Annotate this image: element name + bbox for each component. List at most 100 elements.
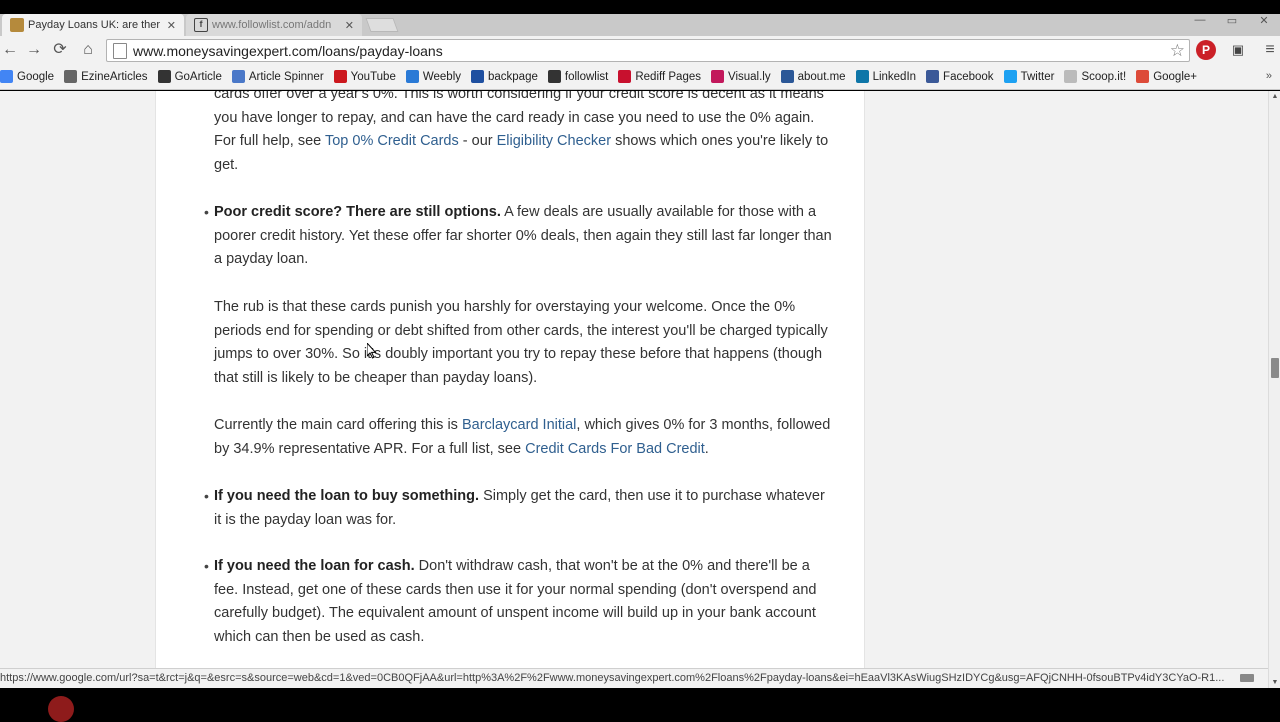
paragraph-text: - our: [458, 133, 497, 150]
chrome-menu-icon[interactable]: ≡: [1260, 40, 1280, 60]
window-controls: — ▭ ✕: [1184, 14, 1280, 30]
screen-bottom-bar: [0, 688, 1280, 722]
page-viewport: cards offer over a year's 0%. This is wo…: [0, 91, 1268, 668]
bookmark-item[interactable]: Article Spinner: [231, 70, 324, 83]
paragraph-text: .: [704, 440, 709, 457]
tab-followlist[interactable]: f www.followlist.com/addn ✕: [186, 14, 362, 36]
scroll-down-icon[interactable]: ▼: [1269, 679, 1280, 686]
spinner-icon: [231, 70, 245, 83]
bullet-icon: •: [204, 204, 209, 220]
tab-close-icon[interactable]: ✕: [345, 19, 354, 32]
tab-title: Payday Loans UK: are ther: [28, 19, 161, 31]
pinterest-icon[interactable]: P: [1196, 40, 1216, 60]
close-window-icon[interactable]: ✕: [1248, 14, 1280, 30]
bullet-heading: If you need the loan for cash.: [214, 558, 415, 574]
paragraph-zero-percent: cards offer over a year's 0%. This is wo…: [214, 91, 834, 177]
bookmark-item[interactable]: backpage: [471, 70, 538, 83]
bullet-icon: •: [204, 488, 209, 504]
youtube-icon: [333, 70, 347, 83]
vertical-scrollbar[interactable]: ▲ ▼: [1268, 91, 1280, 688]
moneysavingexpert-favicon-icon: [10, 18, 24, 32]
bookmark-label: Facebook: [943, 70, 994, 83]
bookmarks-overflow-icon[interactable]: »: [1266, 70, 1272, 82]
facebook-icon: [926, 70, 940, 83]
bullet-loan-for-cash: • If you need the loan for cash. Don't w…: [204, 555, 834, 649]
screen-top-bar: [0, 0, 1280, 14]
bookmark-label: Article Spinner: [248, 70, 324, 83]
bookmark-label: YouTube: [350, 70, 396, 83]
bookmark-item[interactable]: followlist: [547, 70, 609, 83]
visually-icon: [710, 70, 724, 83]
bookmark-label: Visual.ly: [727, 70, 771, 83]
bullet-heading: Poor credit score? There are still optio…: [214, 204, 501, 220]
bookmark-star-icon[interactable]: ☆: [1170, 41, 1185, 61]
new-tab-button[interactable]: [365, 18, 399, 32]
bookmark-item[interactable]: about.me: [780, 70, 846, 83]
back-icon[interactable]: ←: [0, 40, 20, 60]
browser-toolbar: ← → ⟳ ⌂ www.moneysavingexpert.com/loans/…: [0, 36, 1280, 64]
bookmark-item[interactable]: Weebly: [405, 70, 461, 83]
tab-strip: Payday Loans UK: are ther ✕ f www.follow…: [0, 14, 1280, 36]
bullet-heading: If you need the loan to buy something.: [214, 488, 480, 504]
paragraph-the-rub: The rub is that these cards punish you h…: [214, 299, 828, 386]
article-content: cards offer over a year's 0%. This is wo…: [155, 91, 865, 668]
goarticle-icon: [157, 70, 171, 83]
ezine-icon: [64, 70, 78, 83]
minimize-icon[interactable]: —: [1184, 14, 1216, 30]
paragraph-text: Currently the main card offering this is: [214, 417, 462, 433]
google-icon: [0, 70, 13, 83]
maximize-icon[interactable]: ▭: [1216, 14, 1248, 30]
reload-icon[interactable]: ⟳: [50, 40, 70, 60]
bookmark-label: about.me: [797, 70, 846, 83]
bookmark-item[interactable]: YouTube: [333, 70, 396, 83]
weebly-icon: [405, 70, 419, 83]
status-bar: https://www.google.com/url?sa=t&rct=j&q=…: [0, 668, 1268, 688]
url-text[interactable]: www.moneysavingexpert.com/loans/payday-l…: [133, 43, 1170, 59]
bookmark-label: Google+: [1153, 70, 1197, 83]
bookmark-item[interactable]: LinkedIn: [855, 70, 917, 83]
bookmark-label: LinkedIn: [872, 70, 917, 83]
paragraph-barclaycard: Currently the main card offering this is…: [214, 414, 834, 461]
link-barclaycard-initial[interactable]: Barclaycard Initial: [462, 417, 576, 433]
linkedin-icon: [855, 70, 869, 83]
forward-icon[interactable]: →: [24, 40, 44, 60]
bookmark-item[interactable]: Twitter: [1003, 70, 1055, 83]
bullet-buy-something: • If you need the loan to buy something.…: [204, 485, 834, 532]
status-url: https://www.google.com/url?sa=t&rct=j&q=…: [0, 672, 1225, 684]
mouse-cursor-icon: [367, 343, 377, 359]
horizontal-scrollbar-thumb[interactable]: [1240, 674, 1254, 682]
bullet-icon: •: [204, 558, 209, 574]
bookmark-label: Rediff Pages: [635, 70, 701, 83]
scrollbar-thumb[interactable]: [1271, 358, 1279, 378]
bookmark-item[interactable]: Scoop.it!: [1064, 70, 1126, 83]
bookmark-item[interactable]: Google: [0, 70, 54, 83]
bookmark-item[interactable]: GoArticle: [157, 70, 222, 83]
bookmark-item[interactable]: Google+: [1136, 70, 1197, 83]
scroll-up-icon[interactable]: ▲: [1269, 93, 1280, 100]
bookmark-label: GoArticle: [174, 70, 222, 83]
home-icon[interactable]: ⌂: [78, 40, 98, 60]
bookmark-item[interactable]: Facebook: [926, 70, 994, 83]
link-credit-cards-bad-credit[interactable]: Credit Cards For Bad Credit: [525, 441, 705, 457]
taskbar-app-icon[interactable]: [48, 696, 74, 722]
followlist-favicon-icon: f: [194, 18, 208, 32]
bookmark-item[interactable]: Visual.ly: [710, 70, 771, 83]
bookmark-label: Scoop.it!: [1081, 70, 1127, 83]
aboutme-icon: [780, 70, 794, 83]
bookmark-item[interactable]: Rediff Pages: [618, 70, 701, 83]
bookmark-label: EzineArticles: [81, 70, 148, 83]
bookmark-label: followlist: [564, 70, 609, 83]
twitter-icon: [1003, 70, 1017, 83]
googleplus-icon: [1136, 70, 1150, 83]
bullet-poor-credit: • Poor credit score? There are still opt…: [204, 201, 834, 272]
link-top-credit-cards[interactable]: Top 0% Credit Cards: [325, 133, 459, 149]
followlist-icon: [547, 70, 561, 83]
bookmark-label: Twitter: [1020, 70, 1055, 83]
tab-close-icon[interactable]: ✕: [167, 19, 176, 32]
address-bar[interactable]: www.moneysavingexpert.com/loans/payday-l…: [106, 39, 1190, 62]
tab-payday-loans[interactable]: Payday Loans UK: are ther ✕: [2, 14, 184, 36]
bookmark-item[interactable]: EzineArticles: [64, 70, 148, 83]
link-eligibility-checker[interactable]: Eligibility Checker: [497, 133, 611, 149]
bookmarks-bar: Google EzineArticles GoArticle Article Spin…: [0, 64, 1280, 90]
extension-icon[interactable]: ▣: [1228, 40, 1248, 60]
